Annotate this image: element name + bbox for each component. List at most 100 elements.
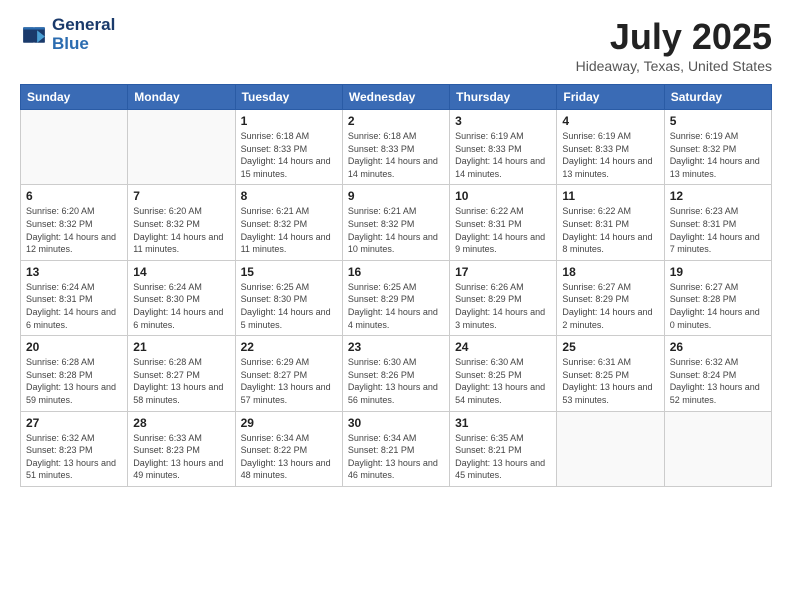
weekday-header-saturday: Saturday	[664, 85, 771, 110]
day-info: Sunrise: 6:25 AM Sunset: 8:29 PM Dayligh…	[348, 281, 444, 331]
day-info: Sunrise: 6:19 AM Sunset: 8:33 PM Dayligh…	[455, 130, 551, 180]
calendar-cell: 5Sunrise: 6:19 AM Sunset: 8:32 PM Daylig…	[664, 110, 771, 185]
day-info: Sunrise: 6:35 AM Sunset: 8:21 PM Dayligh…	[455, 432, 551, 482]
day-number: 16	[348, 265, 444, 279]
day-info: Sunrise: 6:25 AM Sunset: 8:30 PM Dayligh…	[241, 281, 337, 331]
calendar-cell: 16 Sunrise: 6:25 AM Sunset: 8:29 PM Dayli…	[342, 260, 449, 335]
day-number: 22	[241, 340, 337, 354]
day-info: Sunrise: 6:32 AM Sunset: 8:24 PM Dayligh…	[670, 356, 766, 406]
day-number: 9	[348, 189, 444, 203]
calendar-cell: 18 Sunrise: 6:27 AM Sunset: 8:29 PM Dayli…	[557, 260, 664, 335]
day-number: 11	[562, 189, 658, 203]
day-number: 13	[26, 265, 122, 279]
title-block: July 2025 Hideaway, Texas, United States	[576, 16, 772, 74]
day-number: 26	[670, 340, 766, 354]
day-info: Sunrise: 6:33 AM Sunset: 8:23 PM Dayligh…	[133, 432, 229, 482]
weekday-header-tuesday: Tuesday	[235, 85, 342, 110]
day-info: Sunrise: 6:27 AM Sunset: 8:28 PM Dayligh…	[670, 281, 766, 331]
day-number: 10	[455, 189, 551, 203]
calendar-cell: 2Sunrise: 6:18 AM Sunset: 8:33 PM Daylig…	[342, 110, 449, 185]
calendar-week-4: 20 Sunrise: 6:28 AM Sunset: 8:28 PM Dayli…	[21, 336, 772, 411]
day-number: 4	[562, 114, 658, 128]
calendar-cell: 6 Sunrise: 6:20 AM Sunset: 8:32 PM Daylig…	[21, 185, 128, 260]
day-info: Sunrise: 6:24 AM Sunset: 8:31 PM Dayligh…	[26, 281, 122, 331]
logo-blue: Blue	[52, 34, 89, 53]
day-number: 19	[670, 265, 766, 279]
subtitle: Hideaway, Texas, United States	[576, 58, 772, 74]
day-number: 28	[133, 416, 229, 430]
calendar-cell: 20 Sunrise: 6:28 AM Sunset: 8:28 PM Dayli…	[21, 336, 128, 411]
calendar-cell	[21, 110, 128, 185]
logo-text: General Blue	[52, 16, 115, 53]
calendar-cell: 17Sunrise: 6:26 AM Sunset: 8:29 PM Dayli…	[450, 260, 557, 335]
day-number: 18	[562, 265, 658, 279]
weekday-header-friday: Friday	[557, 85, 664, 110]
weekday-header-monday: Monday	[128, 85, 235, 110]
day-info: Sunrise: 6:21 AM Sunset: 8:32 PM Dayligh…	[241, 205, 337, 255]
calendar-cell: 27 Sunrise: 6:32 AM Sunset: 8:23 PM Dayli…	[21, 411, 128, 486]
calendar-cell: 30 Sunrise: 6:34 AM Sunset: 8:21 PM Dayli…	[342, 411, 449, 486]
day-info: Sunrise: 6:30 AM Sunset: 8:26 PM Dayligh…	[348, 356, 444, 406]
day-number: 24	[455, 340, 551, 354]
day-info: Sunrise: 6:34 AM Sunset: 8:22 PM Dayligh…	[241, 432, 337, 482]
day-info: Sunrise: 6:34 AM Sunset: 8:21 PM Dayligh…	[348, 432, 444, 482]
logo-icon	[20, 21, 48, 49]
calendar-table: SundayMondayTuesdayWednesdayThursdayFrid…	[20, 84, 772, 487]
header: General Blue July 2025 Hideaway, Texas, …	[20, 16, 772, 74]
calendar-cell: 24 Sunrise: 6:30 AM Sunset: 8:25 PM Dayli…	[450, 336, 557, 411]
calendar-week-2: 6 Sunrise: 6:20 AM Sunset: 8:32 PM Daylig…	[21, 185, 772, 260]
day-number: 8	[241, 189, 337, 203]
day-number: 2	[348, 114, 444, 128]
calendar-header-row: SundayMondayTuesdayWednesdayThursdayFrid…	[21, 85, 772, 110]
calendar-cell	[664, 411, 771, 486]
calendar-cell: 26 Sunrise: 6:32 AM Sunset: 8:24 PM Dayli…	[664, 336, 771, 411]
page: General Blue July 2025 Hideaway, Texas, …	[0, 0, 792, 503]
day-number: 3	[455, 114, 551, 128]
day-number: 30	[348, 416, 444, 430]
day-number: 5	[670, 114, 766, 128]
day-info: Sunrise: 6:18 AM Sunset: 8:33 PM Dayligh…	[241, 130, 337, 180]
calendar-cell: 25Sunrise: 6:31 AM Sunset: 8:25 PM Dayli…	[557, 336, 664, 411]
day-number: 1	[241, 114, 337, 128]
day-info: Sunrise: 6:30 AM Sunset: 8:25 PM Dayligh…	[455, 356, 551, 406]
calendar-cell: 19 Sunrise: 6:27 AM Sunset: 8:28 PM Dayli…	[664, 260, 771, 335]
day-info: Sunrise: 6:23 AM Sunset: 8:31 PM Dayligh…	[670, 205, 766, 255]
day-info: Sunrise: 6:24 AM Sunset: 8:30 PM Dayligh…	[133, 281, 229, 331]
weekday-header-sunday: Sunday	[21, 85, 128, 110]
calendar-cell: 7 Sunrise: 6:20 AM Sunset: 8:32 PM Daylig…	[128, 185, 235, 260]
calendar-week-5: 27 Sunrise: 6:32 AM Sunset: 8:23 PM Dayli…	[21, 411, 772, 486]
weekday-header-thursday: Thursday	[450, 85, 557, 110]
calendar-cell: 8 Sunrise: 6:21 AM Sunset: 8:32 PM Daylig…	[235, 185, 342, 260]
day-number: 20	[26, 340, 122, 354]
day-info: Sunrise: 6:22 AM Sunset: 8:31 PM Dayligh…	[562, 205, 658, 255]
calendar-cell: 21Sunrise: 6:28 AM Sunset: 8:27 PM Dayli…	[128, 336, 235, 411]
calendar-cell: 31Sunrise: 6:35 AM Sunset: 8:21 PM Dayli…	[450, 411, 557, 486]
calendar-cell: 12Sunrise: 6:23 AM Sunset: 8:31 PM Dayli…	[664, 185, 771, 260]
day-info: Sunrise: 6:27 AM Sunset: 8:29 PM Dayligh…	[562, 281, 658, 331]
day-info: Sunrise: 6:20 AM Sunset: 8:32 PM Dayligh…	[26, 205, 122, 255]
day-info: Sunrise: 6:28 AM Sunset: 8:28 PM Dayligh…	[26, 356, 122, 406]
day-number: 6	[26, 189, 122, 203]
calendar-cell: 22 Sunrise: 6:29 AM Sunset: 8:27 PM Dayli…	[235, 336, 342, 411]
calendar-cell: 11 Sunrise: 6:22 AM Sunset: 8:31 PM Dayli…	[557, 185, 664, 260]
calendar-cell: 13 Sunrise: 6:24 AM Sunset: 8:31 PM Dayli…	[21, 260, 128, 335]
calendar-cell	[557, 411, 664, 486]
day-number: 17	[455, 265, 551, 279]
day-number: 29	[241, 416, 337, 430]
calendar-cell: 14Sunrise: 6:24 AM Sunset: 8:30 PM Dayli…	[128, 260, 235, 335]
logo-general: General	[52, 15, 115, 34]
logo: General Blue	[20, 16, 115, 53]
weekday-header-wednesday: Wednesday	[342, 85, 449, 110]
day-info: Sunrise: 6:19 AM Sunset: 8:33 PM Dayligh…	[562, 130, 658, 180]
calendar-week-1: 1 Sunrise: 6:18 AM Sunset: 8:33 PM Daylig…	[21, 110, 772, 185]
calendar-cell: 15 Sunrise: 6:25 AM Sunset: 8:30 PM Dayli…	[235, 260, 342, 335]
calendar-cell: 9Sunrise: 6:21 AM Sunset: 8:32 PM Daylig…	[342, 185, 449, 260]
day-number: 27	[26, 416, 122, 430]
day-number: 7	[133, 189, 229, 203]
day-number: 15	[241, 265, 337, 279]
day-info: Sunrise: 6:32 AM Sunset: 8:23 PM Dayligh…	[26, 432, 122, 482]
day-info: Sunrise: 6:22 AM Sunset: 8:31 PM Dayligh…	[455, 205, 551, 255]
day-info: Sunrise: 6:29 AM Sunset: 8:27 PM Dayligh…	[241, 356, 337, 406]
day-info: Sunrise: 6:31 AM Sunset: 8:25 PM Dayligh…	[562, 356, 658, 406]
day-info: Sunrise: 6:20 AM Sunset: 8:32 PM Dayligh…	[133, 205, 229, 255]
